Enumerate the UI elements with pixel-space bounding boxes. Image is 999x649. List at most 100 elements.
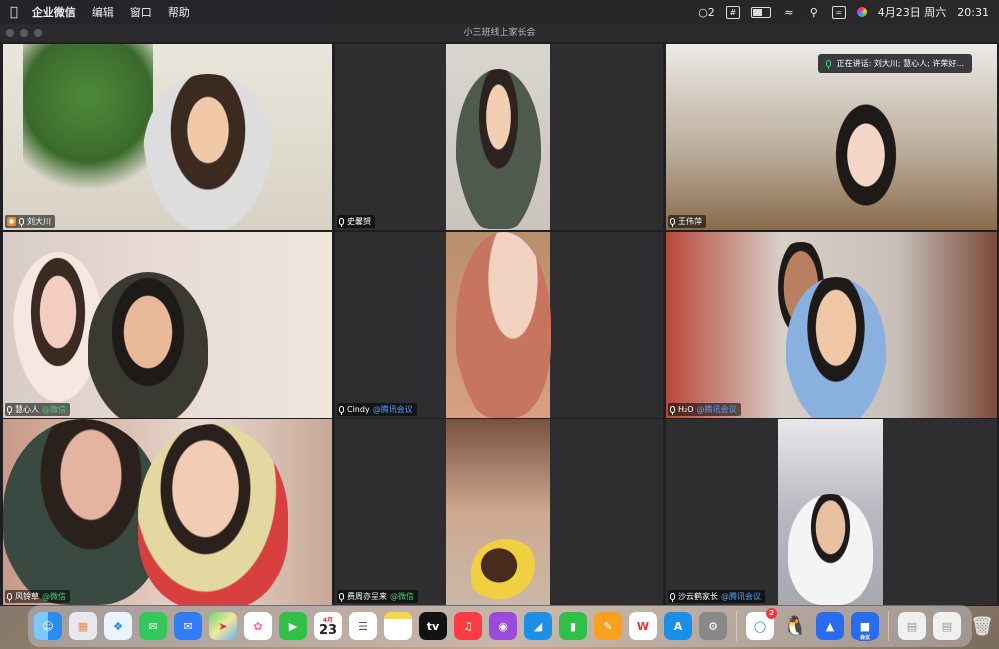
participant-source: @腾讯会议 xyxy=(372,405,413,414)
video-tile-2[interactable]: 史馨赟 xyxy=(335,44,663,230)
participant-label: 慧心人 @微信 xyxy=(5,403,70,416)
participant-label: 风铃草 @微信 xyxy=(5,590,70,603)
calendar-icon[interactable]: 4月 23 xyxy=(314,612,342,640)
keynote-icon[interactable]: ◢ xyxy=(524,612,552,640)
participant-image xyxy=(138,424,288,605)
finder-icon[interactable]: ☺ xyxy=(34,612,62,640)
menubar-date[interactable]: 4月23日 周六 xyxy=(878,4,947,20)
participant-label: Cindy @腾讯会议 xyxy=(337,403,417,416)
microphone-icon xyxy=(670,593,675,602)
system-preferences-icon[interactable]: ⚙ xyxy=(699,612,727,640)
participant-image xyxy=(788,494,873,605)
video-feed xyxy=(446,419,550,605)
notes-icon[interactable] xyxy=(384,612,412,640)
dock: ☺ ▦ ❖ ✉ ✉ ➤ ✿ ▶ 4月 23 ☰ tv ♫ ◉ ◢ ▮ ✎ W A… xyxy=(28,605,993,647)
microphone-icon xyxy=(339,593,344,602)
search-icon[interactable]: ⚲ xyxy=(807,5,821,19)
microphone-icon xyxy=(7,406,12,415)
participant-source: @微信 xyxy=(42,592,66,601)
video-feed xyxy=(3,419,332,605)
notification-count: 2 xyxy=(707,5,715,19)
music-icon[interactable]: ♫ xyxy=(454,612,482,640)
dock-separator xyxy=(888,611,889,641)
video-feed xyxy=(3,232,332,418)
video-tile-4[interactable]: 慧心人 @微信 xyxy=(3,232,332,418)
feishu-icon[interactable]: ▲ xyxy=(816,612,844,640)
participant-image xyxy=(786,277,886,418)
dock-separator xyxy=(736,611,737,641)
menu-edit[interactable]: 编辑 xyxy=(92,4,114,20)
reminders-icon[interactable]: ☰ xyxy=(349,612,377,640)
safari-icon[interactable]: ❖ xyxy=(104,612,132,640)
messages-icon[interactable]: ✉ xyxy=(139,612,167,640)
video-tile-9[interactable]: 沙云鹤家长 @腾讯会议 xyxy=(666,419,997,605)
minimize-window-icon[interactable] xyxy=(20,29,28,37)
video-feed xyxy=(3,44,332,230)
participant-image xyxy=(456,232,551,418)
siri-icon[interactable] xyxy=(856,7,867,17)
microphone-icon xyxy=(339,406,344,415)
menubar-time[interactable]: 20:31 xyxy=(957,6,989,19)
participant-name: 史馨赟 xyxy=(347,217,371,226)
close-window-icon[interactable] xyxy=(6,29,14,37)
launchpad-icon[interactable]: ▦ xyxy=(69,612,97,640)
appstore-icon[interactable]: A xyxy=(664,612,692,640)
participant-name: 费周亦呈来 xyxy=(347,592,387,601)
video-tile-1[interactable]: ● 刘大川 xyxy=(3,44,332,230)
participant-label: ● 刘大川 xyxy=(5,215,55,228)
video-tile-8[interactable]: 费周亦呈来 @微信 xyxy=(335,419,663,605)
wps-icon[interactable]: W xyxy=(629,612,657,640)
participant-name: Cindy xyxy=(347,405,370,414)
participant-source: @腾讯会议 xyxy=(696,405,737,414)
mail-icon[interactable]: ✉ xyxy=(174,612,202,640)
qq-browser-icon[interactable]: ◯ 2 xyxy=(746,608,777,640)
participant-label: 王伟萍 xyxy=(668,215,706,228)
podcasts-icon[interactable]: ◉ xyxy=(489,612,517,640)
qq-icon[interactable]: 🐧 xyxy=(781,612,809,640)
menu-bar:  企业微信 编辑 窗口 帮助 ○2 # ≈ ⚲ = 4月23日 周六 20:3… xyxy=(0,0,999,24)
zoom-window-icon[interactable] xyxy=(34,29,42,37)
menu-help[interactable]: 帮助 xyxy=(168,4,190,20)
app-menu[interactable]: 企业微信 xyxy=(32,4,76,20)
video-tile-5[interactable]: Cindy @腾讯会议 xyxy=(335,232,663,418)
tencent-meeting-icon[interactable]: ■ 会议 xyxy=(851,612,879,641)
video-tile-3[interactable]: 正在讲话: 刘大川; 慧心人; 许荣好... 王伟萍 xyxy=(666,44,997,230)
keyboard-icon[interactable]: # xyxy=(725,5,740,19)
video-tile-7[interactable]: 风铃草 @微信 xyxy=(3,419,332,605)
participant-image xyxy=(143,74,273,230)
trash-icon[interactable]: 🗑 xyxy=(968,612,996,640)
window-titlebar: 小三班线上家长会 xyxy=(0,24,999,42)
facetime-icon[interactable]: ▶ xyxy=(279,612,307,640)
battery-icon[interactable] xyxy=(750,6,771,18)
appletv-icon[interactable]: tv xyxy=(419,612,447,640)
video-feed xyxy=(446,44,550,230)
host-icon: ● xyxy=(7,217,16,226)
video-tile-6[interactable]: H₂O @腾讯会议 xyxy=(666,232,997,418)
qq-badge: 2 xyxy=(766,608,777,619)
participant-label: 沙云鹤家长 @腾讯会议 xyxy=(668,590,765,603)
participant-image xyxy=(88,272,208,418)
participant-image xyxy=(456,69,541,229)
participant-image xyxy=(816,99,916,230)
participant-name: 慧心人 xyxy=(15,405,39,414)
document-icon[interactable]: ▤ xyxy=(898,612,926,640)
menu-window[interactable]: 窗口 xyxy=(130,4,152,20)
participant-label: 费周亦呈来 @微信 xyxy=(337,590,418,603)
meeting-label: 会议 xyxy=(857,634,872,641)
pages-icon[interactable]: ✎ xyxy=(594,612,622,640)
participant-name: 王伟萍 xyxy=(678,217,702,226)
window-title: 小三班线上家长会 xyxy=(463,28,536,38)
numbers-icon[interactable]: ▮ xyxy=(559,612,587,640)
video-feed xyxy=(666,232,997,418)
microphone-icon xyxy=(825,60,831,69)
apple-menu-icon[interactable]:  xyxy=(10,5,18,20)
document-icon[interactable]: ▤ xyxy=(933,612,961,640)
microphone-icon xyxy=(7,593,12,602)
microphone-icon xyxy=(339,218,344,227)
photos-icon[interactable]: ✿ xyxy=(244,612,272,640)
maps-icon[interactable]: ➤ xyxy=(209,612,237,640)
control-center-icon[interactable]: = xyxy=(831,5,846,19)
notification-icon[interactable]: ○ 2 xyxy=(698,5,715,19)
meeting-window: 小三班线上家长会 ● 刘大川 史馨赟 正在讲话: 刘大川; 慧心人; 许荣好..… xyxy=(0,24,999,606)
wifi-icon[interactable]: ≈ xyxy=(782,5,796,19)
